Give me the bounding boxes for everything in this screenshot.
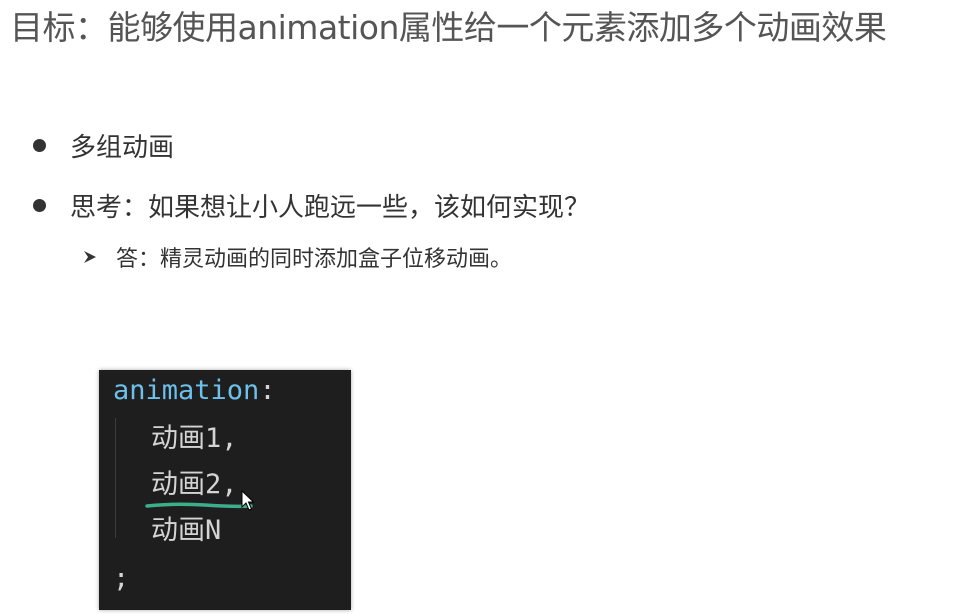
bullet-text: 思考：如果想让小人跑远一些，该如何实现？ [70, 192, 591, 223]
sub-bullet-answer: 答：精灵动画的同时添加盒子位移动画。 [82, 237, 512, 277]
code-snippet: animation: 动画1, 动画2, 动画N ; [99, 370, 351, 610]
indent-guide [115, 418, 116, 538]
bullet-item-question: 思考：如果想让小人跑远一些，该如何实现？ [30, 182, 590, 228]
code-line-terminator: ; [113, 563, 130, 594]
handwritten-underline-annotation [145, 502, 253, 509]
bullet-item-multi-animation: 多组动画 [30, 122, 174, 168]
code-line-item-1: 动画1, [151, 423, 238, 454]
code-line-item-2: 动画2, [151, 469, 238, 500]
bullet-dot-icon [33, 138, 46, 152]
code-line-property: animation: [113, 374, 276, 408]
slide-title: 目标：能够使用animation属性给一个元素添加多个动画效果 [10, 8, 887, 47]
mouse-pointer-icon [241, 490, 255, 511]
code-keyword: animation [113, 375, 260, 406]
code-line-item-n: 动画N [151, 515, 222, 546]
sub-bullet-text: 答：精灵动画的同时添加盒子位移动画。 [116, 247, 513, 272]
bullet-dot-icon [33, 198, 46, 212]
arrowhead-bullet-icon [84, 251, 96, 263]
code-colon: : [259, 375, 276, 406]
bullet-text: 多组动画 [70, 132, 175, 163]
